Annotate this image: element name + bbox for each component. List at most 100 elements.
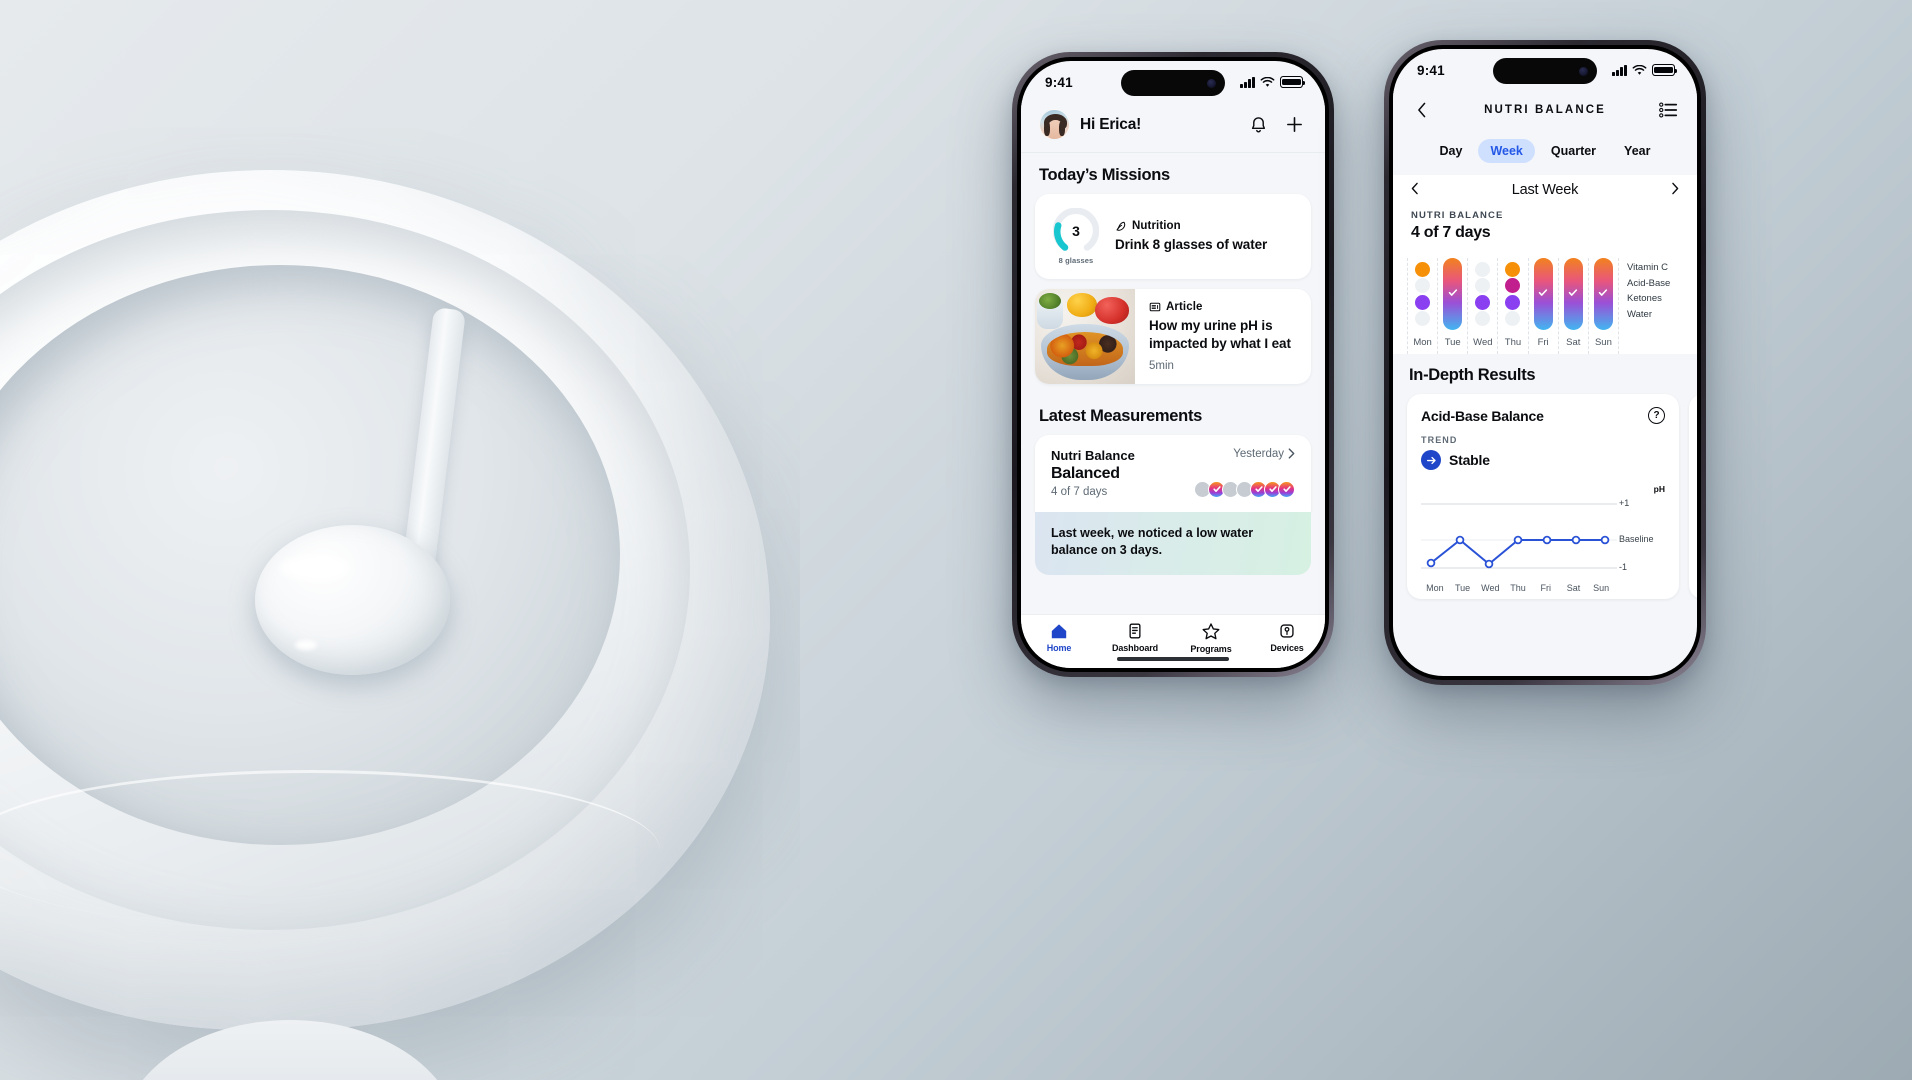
chart-unit-label: pH — [1653, 484, 1665, 494]
trend-row: Stable — [1421, 450, 1665, 470]
marker-vitamin-c — [1505, 261, 1521, 277]
result-card-head: Acid-Base Balance ? — [1421, 407, 1665, 424]
result-card-name: Acid-Base Balance — [1421, 407, 1544, 424]
dynamic-island — [1121, 70, 1225, 96]
segment-day[interactable]: Day — [1428, 139, 1475, 163]
bar-column-sat[interactable]: Sat — [1559, 258, 1589, 354]
bowl-base — [120, 1020, 460, 1080]
chevron-left-icon — [1411, 182, 1418, 195]
chart-legend: Vitamin C Acid-Base Ketones Water — [1619, 258, 1685, 354]
acid-base-line-chart: +1 Baseline -1 Mon Tue Wed Thu Fri Sat S… — [1421, 496, 1665, 593]
complete-check-icon — [1598, 285, 1609, 303]
next-week-button[interactable] — [1671, 182, 1679, 198]
day-bar — [1473, 258, 1492, 330]
day-label: Mon — [1413, 337, 1432, 348]
day-bar — [1533, 258, 1553, 330]
status-indicators — [1612, 64, 1677, 76]
signal-bars-icon — [1240, 76, 1255, 88]
measurement-status: Balanced — [1051, 464, 1120, 482]
phone-detail-screen: 9:41 NUTRI BALANCE Day Week Quarter Year… — [1393, 49, 1697, 676]
back-button[interactable] — [1409, 97, 1435, 123]
bar-column-sun[interactable]: Sun — [1589, 258, 1619, 354]
bar-column-thu[interactable]: Thu — [1498, 258, 1529, 354]
x-tick-mon: Mon — [1426, 583, 1444, 593]
nutrition-icon — [1116, 221, 1126, 231]
bar-column-mon[interactable]: Mon — [1407, 258, 1439, 354]
nutri-balance-measurement-card[interactable]: Nutri Balance Yesterday Balanced 4 of 7 … — [1035, 434, 1311, 512]
wifi-icon — [1632, 64, 1647, 75]
marker-vitamin-c — [1475, 261, 1491, 277]
article-title: How my urine pH is impacted by what I ea… — [1149, 318, 1291, 351]
water-gauge: 3 8 glasses — [1051, 207, 1101, 265]
segment-quarter[interactable]: Quarter — [1539, 139, 1608, 163]
y-tick-plus1: +1 — [1619, 498, 1630, 508]
result-card-acid-base[interactable]: Acid-Base Balance ? TREND Stable pH +1 B… — [1407, 394, 1679, 599]
day-bar — [1443, 258, 1463, 330]
measurement-subtitle: 4 of 7 days — [1051, 485, 1108, 498]
dashboard-icon — [1129, 623, 1141, 639]
status-time: 9:41 — [1045, 74, 1073, 90]
in-depth-results-carousel[interactable]: Acid-Base Balance ? TREND Stable pH +1 B… — [1393, 394, 1697, 599]
tab-home[interactable]: Home — [1021, 622, 1097, 653]
x-tick-tue: Tue — [1454, 583, 1471, 593]
legend-item-water: Water — [1627, 308, 1652, 320]
mission-category-label: Nutrition — [1132, 219, 1181, 232]
trend-value: Stable — [1449, 452, 1490, 468]
prev-week-button[interactable] — [1411, 182, 1419, 198]
summary-kicker: NUTRI BALANCE — [1411, 210, 1504, 221]
mission-card-water[interactable]: 3 8 glasses Nutrition Drink 8 glasses of… — [1035, 194, 1311, 279]
signal-bars-icon — [1612, 64, 1627, 76]
bar-column-wed[interactable]: Wed — [1468, 258, 1499, 354]
week-navigator: Last Week — [1393, 175, 1697, 206]
marker-ketones — [1475, 294, 1491, 310]
tab-dashboard[interactable]: Dashboard — [1097, 622, 1173, 653]
measurement-status-block: Balanced 4 of 7 days — [1051, 465, 1120, 498]
weekly-bar-chart[interactable]: Mon Tue Wed Thu Fri Sat Sun Vitamin C Ac… — [1393, 246, 1697, 354]
result-card-vitamin-c[interactable]: VI RE — [1689, 394, 1697, 599]
avatar[interactable] — [1039, 109, 1070, 140]
plus-icon[interactable] — [1281, 112, 1307, 138]
measurement-when: Yesterday — [1233, 448, 1295, 460]
product-photo — [0, 0, 800, 1080]
gauge-value: 3 — [1072, 223, 1080, 239]
marker-water — [1505, 311, 1521, 327]
x-tick-thu: Thu — [1510, 583, 1526, 593]
segment-year[interactable]: Year — [1612, 139, 1662, 163]
list-menu-icon[interactable] — [1655, 97, 1681, 123]
legend-item-acid-base: Acid-Base — [1627, 277, 1671, 289]
detail-header: NUTRI BALANCE — [1393, 91, 1697, 135]
measurements-title: Latest Measurements — [1039, 406, 1203, 425]
arrow-right-icon — [1421, 450, 1441, 470]
status-time: 9:41 — [1417, 62, 1445, 78]
bar-column-fri[interactable]: Fri — [1529, 258, 1559, 354]
x-tick-sun: Sun — [1593, 583, 1610, 593]
day-label: Wed — [1473, 337, 1493, 348]
day-label: Tue — [1444, 337, 1461, 348]
chevron-left-icon — [1418, 102, 1426, 118]
bell-icon[interactable] — [1245, 112, 1271, 138]
tab-programs[interactable]: Programs — [1173, 622, 1249, 654]
y-tick-minus1: -1 — [1619, 562, 1628, 572]
measurement-when-label: Yesterday — [1233, 447, 1284, 460]
tab-home-label: Home — [1046, 643, 1072, 653]
home-scroll-body[interactable]: Today’s Missions 3 8 glasses Nutrition D… — [1021, 153, 1325, 614]
dynamic-island — [1493, 58, 1597, 84]
mission-category: Nutrition — [1115, 220, 1297, 232]
day-label: Fri — [1537, 337, 1549, 348]
phone-home: 9:41 Hi Erica! Today’s Missions 3 8 glas… — [1012, 52, 1334, 677]
legend-item-ketones: Ketones — [1627, 293, 1662, 304]
tab-devices[interactable]: Devices — [1249, 622, 1325, 653]
article-category: Article — [1149, 301, 1297, 313]
segment-week[interactable]: Week — [1478, 139, 1535, 163]
help-icon[interactable]: ? — [1648, 407, 1665, 424]
marker-acid-base — [1415, 278, 1431, 294]
mission-title: Drink 8 glasses of water — [1115, 236, 1268, 252]
complete-check-icon — [1447, 285, 1458, 303]
x-tick-sat: Sat — [1566, 583, 1581, 593]
status-indicators — [1240, 76, 1305, 88]
battery-full-icon — [1280, 76, 1305, 88]
in-depth-results-title: In-Depth Results — [1393, 354, 1697, 394]
missions-title: Today’s Missions — [1039, 166, 1170, 184]
bar-column-tue[interactable]: Tue — [1438, 258, 1469, 354]
mission-card-article[interactable]: Article How my urine pH is impacted by w… — [1035, 289, 1311, 384]
